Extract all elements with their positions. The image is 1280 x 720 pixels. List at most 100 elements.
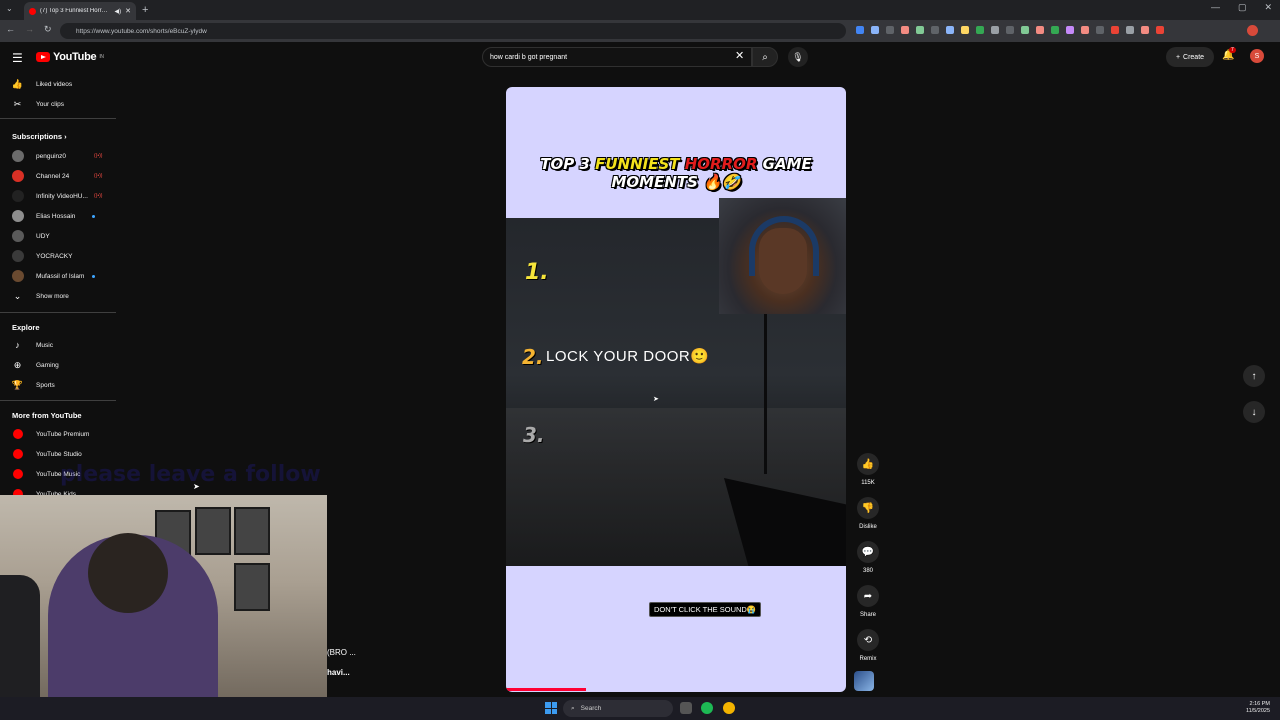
extension-icon[interactable] — [991, 26, 999, 34]
extension-icon[interactable] — [1036, 26, 1044, 34]
playback-progress-bar[interactable] — [506, 688, 586, 691]
title-line-2: MOMENTS 🔥🤣 — [611, 173, 741, 191]
shorts-player[interactable]: TOP 3 FUNNIEST HORROR GAME MOMENTS 🔥🤣 1.… — [506, 87, 846, 692]
channel-avatar — [12, 270, 24, 282]
partial-text: (BRO ... — [327, 648, 356, 657]
extension-icon[interactable] — [1141, 26, 1149, 34]
youtube-logo[interactable]: YouTube IN — [36, 51, 104, 63]
windows-start-icon[interactable] — [545, 702, 557, 714]
channel-avatar — [12, 230, 24, 242]
extension-icon[interactable] — [916, 26, 924, 34]
reload-icon[interactable]: ↻ — [44, 24, 52, 35]
sidebar-item-subscription[interactable]: Elias Hossain — [0, 206, 118, 226]
extension-icon[interactable] — [1096, 26, 1104, 34]
close-window-icon[interactable]: ✕ — [1264, 2, 1272, 13]
tab-search-icon[interactable]: ⌄ — [6, 4, 13, 13]
extension-icon[interactable] — [901, 26, 909, 34]
show-more-button[interactable]: ⌄ Show more — [0, 286, 118, 306]
restore-icon[interactable]: ▢ — [1238, 2, 1247, 13]
sidebar-item-sports[interactable]: 🏆 Sports — [0, 375, 118, 395]
extension-icon[interactable] — [1111, 26, 1119, 34]
previous-short-button[interactable]: ↑ — [1243, 365, 1265, 387]
channel-avatar — [12, 190, 24, 202]
spotify-icon[interactable] — [701, 702, 713, 714]
like-button[interactable]: 👍 115K — [852, 453, 884, 486]
divider — [0, 400, 116, 401]
address-bar[interactable]: https://www.youtube.com/shorts/eBcuZ-yly… — [60, 23, 846, 39]
minimize-icon[interactable]: — — [1211, 2, 1220, 13]
back-icon[interactable]: ← — [6, 24, 15, 35]
new-tab-button[interactable]: + — [142, 4, 148, 16]
facecam-thumbnail — [719, 198, 846, 314]
sidebar-item-label: Music — [36, 341, 53, 349]
chevron-right-icon: › — [64, 132, 67, 141]
dislike-button[interactable]: 👎 Dislike — [852, 497, 884, 530]
sidebar-item-subscription[interactable]: penguinz0 ((•)) — [0, 146, 118, 166]
extension-icon[interactable] — [961, 26, 969, 34]
close-tab-icon[interactable]: ✕ — [125, 7, 131, 15]
taskbar-search[interactable]: ⌕ Search — [563, 700, 673, 717]
speaker-icon[interactable]: ◀) — [115, 8, 122, 15]
sidebar-item-subscription[interactable]: Infinity VideoHU... ((•)) — [0, 186, 118, 206]
extension-icon[interactable] — [1021, 26, 1029, 34]
extension-icon[interactable] — [871, 26, 879, 34]
sidebar-item-subscription[interactable]: Mufassil of Islam — [0, 266, 118, 286]
account-avatar[interactable]: S — [1250, 49, 1264, 63]
comments-button[interactable]: 💬 380 — [852, 541, 884, 574]
sidebar-item-label: Infinity VideoHU... — [36, 192, 88, 200]
extension-icon[interactable] — [1126, 26, 1134, 34]
browser-tab[interactable]: (7) Top 3 Funniest Horror G... ◀) ✕ — [24, 2, 136, 20]
chrome-icon[interactable] — [723, 702, 735, 714]
sidebar-item-label: penguinz0 — [36, 152, 66, 160]
browser-profile-icon[interactable] — [1247, 25, 1258, 36]
thumbs-down-icon: 👎 — [857, 497, 879, 519]
system-clock[interactable]: 2:16 PM 11/5/2025 — [1246, 701, 1270, 715]
youtube-header: ☰ YouTube IN how cardi b got pregnant ✕ … — [0, 42, 1280, 72]
search-button[interactable]: ⌕ — [752, 47, 778, 67]
browser-toolbar: ← → ↻ https://www.youtube.com/shorts/eBc… — [0, 20, 1280, 42]
menu-icon[interactable]: ☰ — [12, 51, 23, 65]
search-icon: ⌕ — [571, 704, 575, 712]
sidebar-item-liked-videos[interactable]: 👍 Liked videos — [0, 74, 118, 94]
sidebar-item-music[interactable]: ♪ Music — [0, 335, 118, 355]
next-short-button[interactable]: ↓ — [1243, 401, 1265, 423]
sidebar-item-gaming[interactable]: ⊕ Gaming — [0, 355, 118, 375]
file-explorer-icon[interactable] — [680, 702, 692, 714]
extension-icon[interactable] — [886, 26, 894, 34]
search-icon: ⌕ — [762, 51, 768, 63]
sidebar-item-youtube-premium[interactable]: YouTube Premium — [0, 424, 118, 444]
forward-icon[interactable]: → — [25, 24, 34, 35]
search-input[interactable]: how cardi b got pregnant — [482, 47, 752, 67]
clear-search-icon[interactable]: ✕ — [735, 49, 744, 62]
mouse-cursor-icon: ➤ — [653, 396, 659, 403]
sidebar-item-label: Sports — [36, 381, 55, 389]
subscriptions-heading[interactable]: Subscriptions › — [12, 132, 67, 141]
sidebar-item-subscription[interactable]: YOCRACKY — [0, 246, 118, 266]
extension-icon[interactable] — [1081, 26, 1089, 34]
extension-icon[interactable] — [856, 26, 864, 34]
extension-icon[interactable] — [1156, 26, 1164, 34]
extension-icon[interactable] — [1051, 26, 1059, 34]
sidebar-item-youtube-studio[interactable]: YouTube Studio — [0, 444, 118, 464]
create-button[interactable]: + Create — [1166, 47, 1214, 67]
sidebar-item-label: Gaming — [36, 361, 59, 369]
extension-icon[interactable] — [1066, 26, 1074, 34]
extension-icon[interactable] — [946, 26, 954, 34]
sound-thumbnail[interactable] — [854, 671, 874, 691]
share-button[interactable]: ➦ Share — [852, 585, 884, 618]
sidebar-item-label: Liked videos — [36, 80, 73, 88]
extension-icon[interactable] — [1006, 26, 1014, 34]
show-more-label: Show more — [36, 292, 69, 300]
remix-icon: ⟲ — [857, 629, 879, 651]
search-query: how cardi b got pregnant — [490, 53, 568, 61]
voice-search-button[interactable]: 🎙 — [788, 47, 808, 67]
extension-icon[interactable] — [976, 26, 984, 34]
youtube-premium-icon — [13, 429, 23, 439]
sidebar-item-label: YouTube Studio — [36, 450, 82, 458]
remix-button[interactable]: ⟲ Remix — [852, 629, 884, 662]
sidebar-item-subscription[interactable]: Channel 24 ((•)) — [0, 166, 118, 186]
face-shape — [759, 228, 807, 294]
sidebar-item-your-clips[interactable]: ✂ Your clips — [0, 94, 118, 114]
extension-icon[interactable] — [931, 26, 939, 34]
sidebar-item-subscription[interactable]: UDY — [0, 226, 118, 246]
